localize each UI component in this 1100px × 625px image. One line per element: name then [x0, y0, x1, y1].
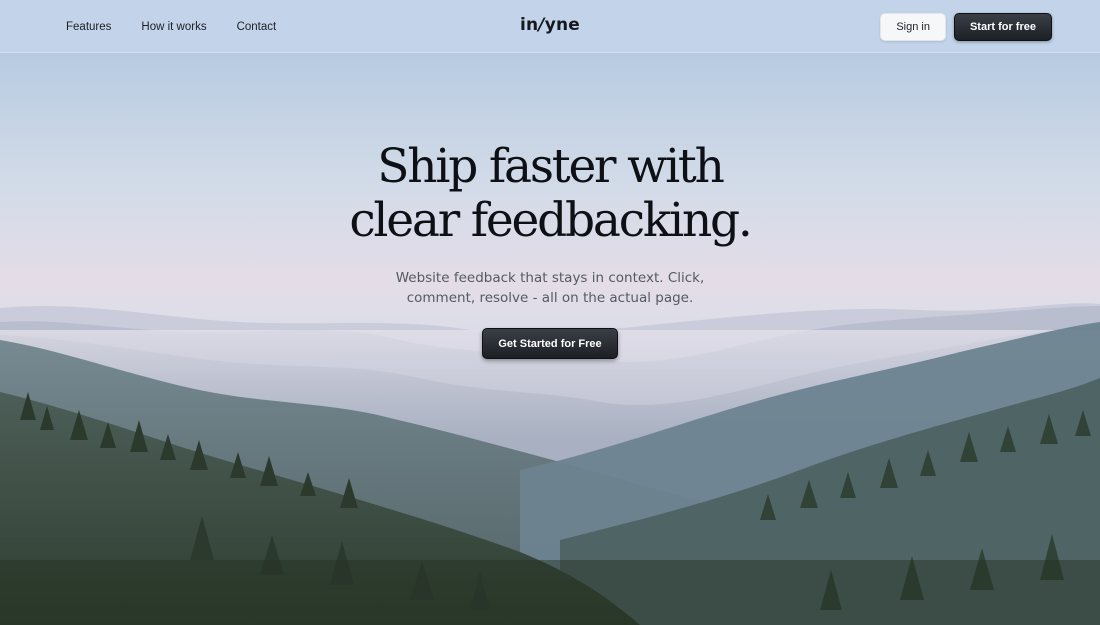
logo-suffix: yne: [544, 15, 581, 35]
start-for-free-button[interactable]: Start for free: [953, 13, 1052, 41]
nav-link-how-it-works[interactable]: How it works: [141, 21, 206, 33]
landing-page: Features How it works Contact in / yne Sig…: [0, 0, 1100, 625]
bottom-shade: [0, 560, 1100, 625]
sign-in-button[interactable]: Sign in: [880, 13, 946, 41]
nav-link-contact[interactable]: Contact: [237, 21, 277, 33]
hero-subheadline: Website feedback that stays in context. …: [395, 270, 705, 306]
get-started-button[interactable]: Get Started for Free: [482, 328, 618, 359]
hero-section: Ship faster with clear feedbacking. Webs…: [0, 140, 1100, 359]
nav-link-features[interactable]: Features: [66, 21, 111, 33]
logo-prefix: in: [519, 15, 539, 35]
headline-line-2: clear feedbacking.: [349, 193, 753, 248]
top-navigation: Features How it works Contact in / yne Sig…: [0, 0, 1100, 53]
brand-logo[interactable]: in / yne: [500, 0, 600, 50]
hero-headline: Ship faster with clear feedbacking.: [0, 140, 1100, 248]
nav-actions: Sign in Start for free: [880, 13, 1052, 41]
headline-line-1: Ship faster with: [377, 139, 725, 194]
nav-links: Features How it works Contact: [66, 0, 276, 53]
